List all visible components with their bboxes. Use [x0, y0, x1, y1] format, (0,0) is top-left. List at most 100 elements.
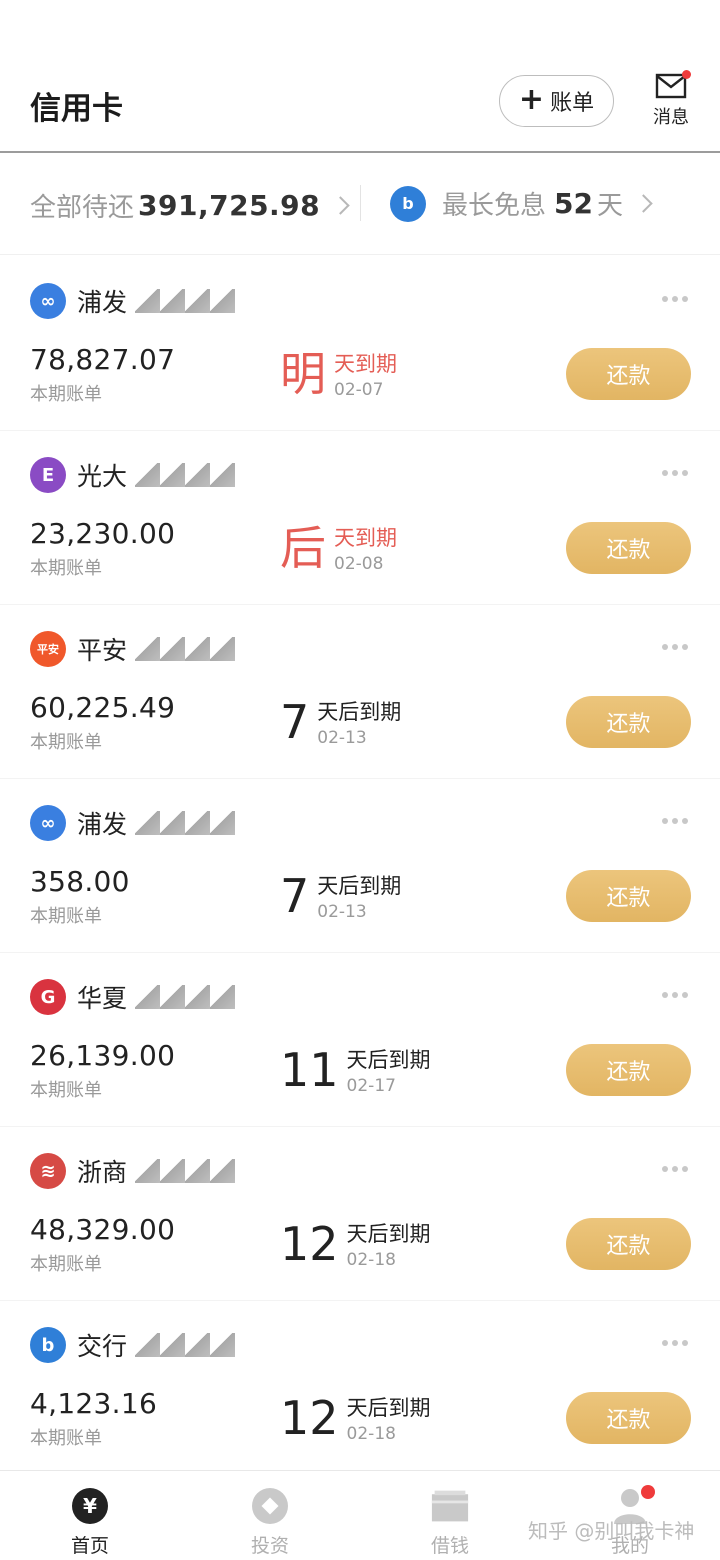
due-date: 02-18 [346, 1250, 396, 1270]
due-days: 7 [280, 695, 310, 749]
bocom-logo-icon: b [390, 185, 426, 222]
bank-logo-icon: ∞ [30, 283, 66, 319]
due-info: 11 天后到期 02-17 [280, 1044, 431, 1096]
pay-button[interactable]: 还款 [566, 348, 691, 400]
due-date: 02-13 [317, 902, 367, 922]
due-info: 12 天后到期 02-18 [280, 1392, 431, 1444]
app-header: 信用卡 + 账单 消息 [0, 55, 720, 153]
bill-amount: 60,225.49 [30, 691, 176, 724]
bank-name: 浙商 [77, 1158, 128, 1187]
chevron-right-icon [634, 194, 653, 213]
watermark: 知乎 @别叫我卡神 [528, 1519, 695, 1543]
redacted-mosaic [135, 289, 236, 313]
due-days: 后 [280, 521, 326, 575]
credit-card-item[interactable]: b 交行 4,123.16 本期账单 12 天后到期 02-18 还款 [0, 1301, 720, 1475]
notification-badge [641, 1485, 655, 1499]
due-date: 02-18 [346, 1424, 396, 1444]
due-info: 明 天到期 02-07 [280, 348, 397, 400]
more-options-icon[interactable] [662, 470, 688, 476]
status-bar [0, 0, 720, 55]
due-text: 天到期 [334, 352, 397, 376]
due-days: 12 [280, 1391, 339, 1445]
bill-amount: 48,329.00 [30, 1213, 176, 1246]
more-options-icon[interactable] [662, 1340, 688, 1346]
due-info: 12 天后到期 02-18 [280, 1218, 431, 1270]
tab-borrow-label: 借钱 [430, 1535, 469, 1557]
pay-button[interactable]: 还款 [566, 522, 691, 574]
bank-logo-icon: 平安 [30, 631, 66, 667]
divider [360, 185, 361, 221]
due-text: 天后到期 [346, 1222, 431, 1246]
due-text: 天后到期 [317, 700, 402, 724]
messages-button[interactable]: 消息 [646, 70, 696, 133]
max-free-label: 最长免息 [442, 191, 547, 221]
credit-card-item[interactable]: ∞ 浦发 358.00 本期账单 7 天后到期 02-13 还款 [0, 779, 720, 953]
tab-borrow[interactable]: 借钱 [410, 1487, 490, 1558]
bill-amount: 23,230.00 [30, 517, 176, 550]
bill-label: 本期账单 [30, 384, 102, 405]
bill-amount: 78,827.07 [30, 343, 176, 376]
svg-text:¥: ¥ [83, 1494, 97, 1518]
max-interest-free-link[interactable]: b 最长免息 52 天 [390, 185, 653, 222]
due-days: 7 [280, 869, 310, 923]
bill-amount: 4,123.16 [30, 1387, 158, 1420]
bank-row: E 光大 [30, 457, 236, 493]
redacted-mosaic [135, 1333, 236, 1357]
yen-icon: ¥ [71, 1487, 109, 1525]
total-due-label: 全部待还 [30, 193, 135, 223]
due-days: 11 [280, 1043, 339, 1097]
due-info: 7 天后到期 02-13 [280, 870, 401, 922]
credit-card-item[interactable]: E 光大 23,230.00 本期账单 后 天到期 02-08 还款 [0, 431, 720, 605]
due-date: 02-13 [317, 728, 367, 748]
add-bill-label: 账单 [550, 91, 595, 116]
bank-row: G 华夏 [30, 979, 236, 1015]
due-days: 12 [280, 1217, 339, 1271]
credit-card-item[interactable]: ∞ 浦发 78,827.07 本期账单 明 天到期 02-07 还款 [0, 257, 720, 431]
due-date: 02-07 [334, 380, 384, 400]
pay-button[interactable]: 还款 [566, 870, 691, 922]
pay-button[interactable]: 还款 [566, 1044, 691, 1096]
pay-button[interactable]: 还款 [566, 1218, 691, 1270]
more-options-icon[interactable] [662, 1166, 688, 1172]
bank-name: 交行 [77, 1332, 128, 1361]
bank-logo-icon: ≋ [30, 1153, 66, 1189]
redacted-mosaic [135, 985, 236, 1009]
credit-card-item[interactable]: G 华夏 26,139.00 本期账单 11 天后到期 02-17 还款 [0, 953, 720, 1127]
due-text: 天后到期 [346, 1048, 431, 1072]
max-free-unit: 天 [596, 191, 623, 221]
credit-card-item[interactable]: ≋ 浙商 48,329.00 本期账单 12 天后到期 02-18 还款 [0, 1127, 720, 1301]
page-title: 信用卡 [30, 91, 123, 127]
bill-label: 本期账单 [30, 1428, 102, 1449]
due-info: 7 天后到期 02-13 [280, 696, 401, 748]
due-days: 明 [280, 347, 326, 401]
add-bill-button[interactable]: + 账单 [499, 75, 614, 127]
bill-label: 本期账单 [30, 558, 102, 579]
messages-label: 消息 [653, 107, 689, 128]
unread-badge [682, 70, 691, 79]
more-options-icon[interactable] [662, 644, 688, 650]
summary-bar: 全部待还 391,725.98 b 最长免息 52 天 [0, 155, 720, 255]
bank-name: 浦发 [77, 288, 128, 317]
diamond-icon [251, 1487, 289, 1525]
bill-label: 本期账单 [30, 906, 102, 927]
pay-button[interactable]: 还款 [566, 1392, 691, 1444]
more-options-icon[interactable] [662, 296, 688, 302]
tab-home-label: 首页 [70, 1535, 109, 1557]
total-due-link[interactable]: 全部待还 391,725.98 [30, 187, 350, 224]
tab-home[interactable]: ¥ 首页 [50, 1487, 130, 1558]
credit-card-item[interactable]: 平安 平安 60,225.49 本期账单 7 天后到期 02-13 还款 [0, 605, 720, 779]
more-options-icon[interactable] [662, 818, 688, 824]
redacted-mosaic [135, 811, 236, 835]
pay-button[interactable]: 还款 [566, 696, 691, 748]
more-options-icon[interactable] [662, 992, 688, 998]
redacted-mosaic [135, 637, 236, 661]
bill-label: 本期账单 [30, 1080, 102, 1101]
bill-amount: 26,139.00 [30, 1039, 176, 1072]
bank-row: ∞ 浦发 [30, 805, 236, 841]
tab-invest[interactable]: 投资 [230, 1487, 310, 1558]
bank-logo-icon: G [30, 979, 66, 1015]
due-date: 02-08 [334, 554, 384, 574]
bottom-tab-bar: ¥ 首页 投资 借钱 我的 知乎 @别叫我卡神 [0, 1470, 720, 1560]
bank-logo-icon: b [30, 1327, 66, 1363]
bank-row: ≋ 浙商 [30, 1153, 236, 1189]
